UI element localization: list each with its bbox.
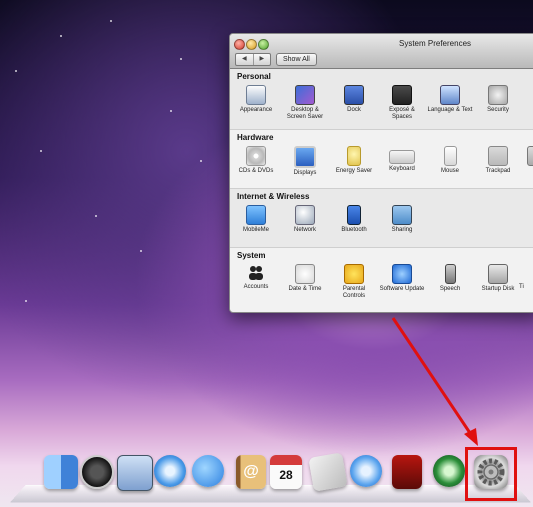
annotation-arrow bbox=[391, 317, 478, 446]
annotation-highlight-box bbox=[465, 447, 517, 501]
